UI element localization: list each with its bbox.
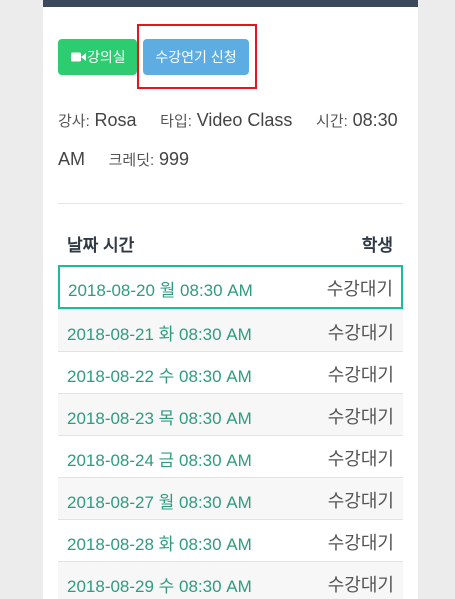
row-status: 수강대기 — [327, 449, 394, 469]
row-date: 2018-08-21 화 08:30 AM — [67, 325, 252, 344]
row-date: 2018-08-23 목 08:30 AM — [67, 409, 252, 428]
credit-value: 999 — [158, 149, 189, 169]
row-status: 수강대기 — [327, 533, 394, 553]
student-header: 학생 — [361, 236, 393, 255]
credit-label: 크레딧: — [108, 152, 155, 169]
time-suffix: AM — [58, 149, 85, 169]
table-row[interactable]: 2018-08-23 목 08:30 AM 수강대기 — [58, 393, 403, 435]
row-status: 수강대기 — [327, 323, 394, 343]
section-divider — [58, 203, 403, 204]
type-value: Video Class — [196, 110, 293, 130]
classroom-button[interactable]: 강의실 — [58, 39, 137, 75]
table-row[interactable]: 2018-08-20 월 08:30 AM 수강대기 — [58, 265, 403, 309]
table-row[interactable]: 2018-08-24 금 08:30 AM 수강대기 — [58, 435, 403, 477]
extend-request-button[interactable]: 수강연기 신청 — [143, 39, 249, 75]
time-value: 08:30 — [352, 110, 398, 130]
date-time-header: 날짜 시간 — [67, 236, 135, 255]
row-date: 2018-08-24 금 08:30 AM — [67, 451, 252, 470]
table-row[interactable]: 2018-08-28 화 08:30 AM 수강대기 — [58, 519, 403, 561]
row-date: 2018-08-27 월 08:30 AM — [67, 493, 252, 512]
row-status: 수강대기 — [327, 407, 394, 427]
class-detail-card: 강의실 수강연기 신청 강사: Rosa 타입: Video Class 시간:… — [43, 0, 418, 599]
class-info-line-2: AM 크레딧: 999 — [58, 149, 189, 170]
card-header-bar — [43, 0, 418, 7]
table-row[interactable]: 2018-08-27 월 08:30 AM 수강대기 — [58, 477, 403, 519]
row-date: 2018-08-22 수 08:30 AM — [67, 367, 252, 386]
row-status: 수강대기 — [327, 365, 394, 385]
video-camera-icon — [71, 52, 86, 62]
time-label: 시간: — [316, 113, 348, 130]
row-date: 2018-08-20 월 08:30 AM — [68, 281, 253, 300]
row-status: 수강대기 — [327, 575, 394, 595]
teacher-value: Rosa — [94, 110, 137, 130]
row-status: 수강대기 — [326, 279, 393, 299]
row-status: 수강대기 — [327, 491, 394, 511]
table-row[interactable]: 2018-08-21 화 08:30 AM 수강대기 — [58, 309, 403, 351]
table-row[interactable]: 2018-08-22 수 08:30 AM 수강대기 — [58, 351, 403, 393]
table-row[interactable]: 2018-08-29 수 08:30 AM 수강대기 — [58, 561, 403, 599]
classroom-button-label: 강의실 — [87, 49, 126, 65]
row-date: 2018-08-28 화 08:30 AM — [67, 535, 252, 554]
teacher-label: 강사: — [58, 113, 90, 130]
row-date: 2018-08-29 수 08:30 AM — [67, 577, 252, 596]
type-label: 타입: — [160, 113, 192, 130]
class-info-line-1: 강사: Rosa 타입: Video Class 시간: 08:30 — [58, 110, 398, 131]
schedule-table: 2018-08-20 월 08:30 AM 수강대기 2018-08-21 화 … — [58, 265, 403, 599]
